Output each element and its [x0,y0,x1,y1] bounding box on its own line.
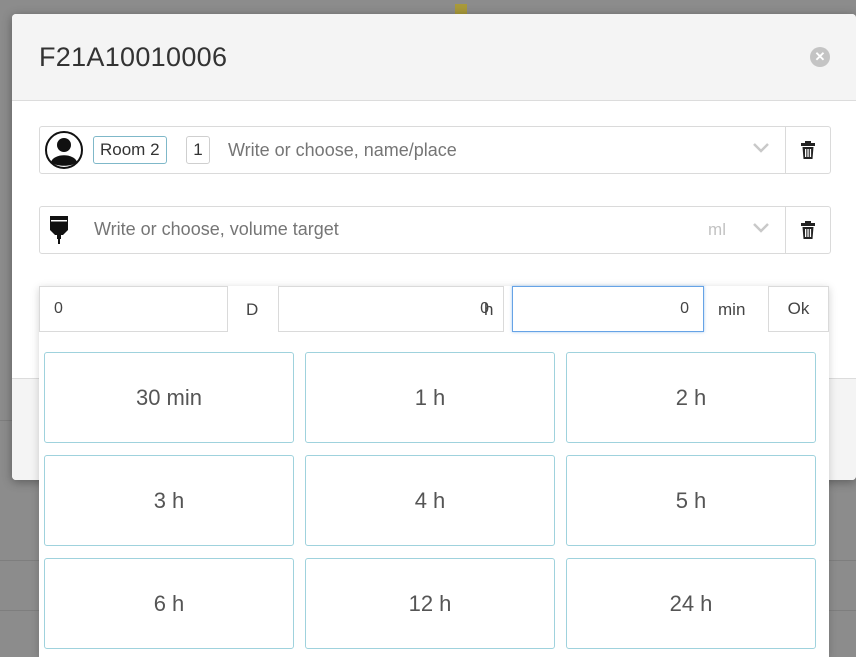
backdrop-marker [455,4,467,14]
days-input[interactable] [39,286,228,332]
volume-field[interactable]: ml [39,206,831,254]
dialog-title: F21A10010006 [39,42,228,72]
preset-4h-button[interactable]: 4 h [305,455,555,546]
assignee-field[interactable]: Room 2 1 [39,126,831,174]
trash-icon [801,221,815,239]
preset-1h-button[interactable]: 1 h [305,352,555,443]
chevron-down-icon[interactable] [752,221,770,237]
iv-drip-icon [50,216,68,244]
ok-button[interactable]: Ok [768,286,829,332]
volume-input[interactable] [94,219,574,240]
minutes-unit-label: min [718,300,746,319]
delete-assignee-button[interactable] [785,127,830,173]
assignee-input[interactable] [228,140,708,161]
preset-3h-button[interactable]: 3 h [44,455,294,546]
preset-6h-button[interactable]: 6 h [44,558,294,649]
delete-volume-button[interactable] [785,207,830,253]
room-tag[interactable]: Room 2 [93,136,167,164]
count-tag: 1 [186,136,210,164]
days-unit-label: D [246,300,259,319]
duration-picker: D h min Ok 30 min 1 h 2 h 3 h 4 h 5 h 6 … [39,286,829,657]
volume-unit: ml [708,220,726,239]
dialog-header: F21A10010006 ✕ [12,14,856,101]
hours-unit-label: h [484,300,494,319]
minutes-input[interactable] [512,286,704,332]
close-icon[interactable]: ✕ [810,47,830,67]
preset-24h-button[interactable]: 24 h [566,558,816,649]
hours-input[interactable] [278,286,504,332]
preset-2h-button[interactable]: 2 h [566,352,816,443]
user-avatar-icon [45,131,83,169]
preset-5h-button[interactable]: 5 h [566,455,816,546]
chevron-down-icon[interactable] [752,141,770,157]
preset-30min-button[interactable]: 30 min [44,352,294,443]
trash-icon [801,141,815,159]
preset-12h-button[interactable]: 12 h [305,558,555,649]
